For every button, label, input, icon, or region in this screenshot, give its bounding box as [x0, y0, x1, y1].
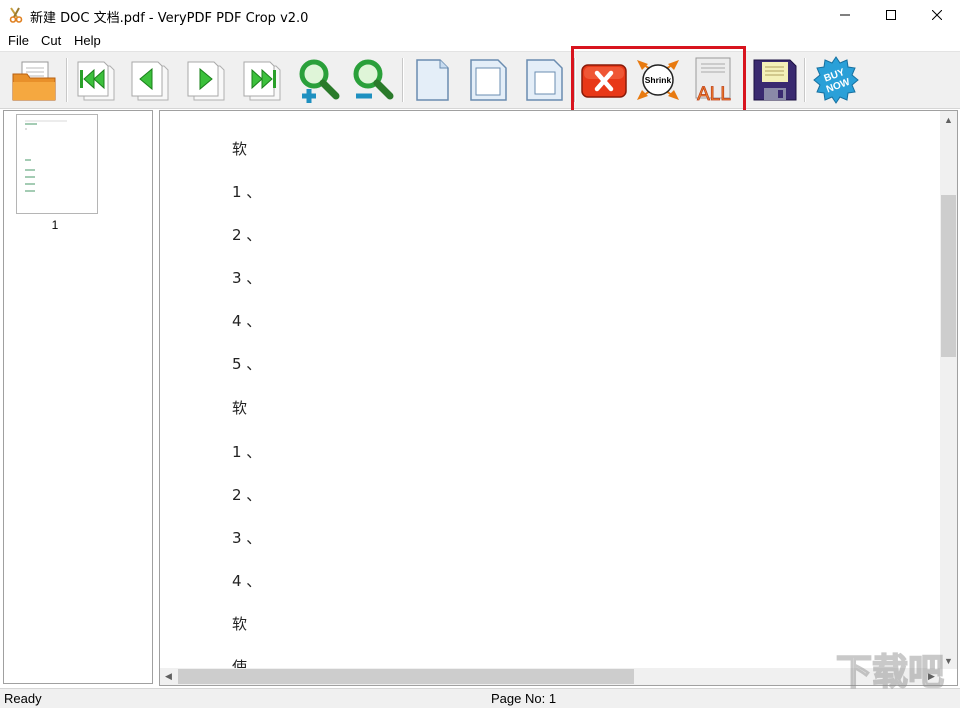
- toolbar: Shrink ALL BUY NOW: [0, 51, 960, 109]
- page-thumbnail[interactable]: [16, 114, 98, 214]
- page-view-button-3[interactable]: [520, 56, 568, 104]
- document-line: 4 、: [232, 312, 262, 330]
- document-line: 3 、: [232, 269, 262, 287]
- document-line: 软: [232, 140, 248, 158]
- next-page-button[interactable]: [182, 56, 230, 104]
- horizontal-scroll-thumb[interactable]: [178, 669, 634, 684]
- open-folder-icon: [12, 61, 56, 101]
- minimize-icon: [840, 14, 850, 16]
- previous-page-button[interactable]: [126, 56, 174, 104]
- document-line: 4 、: [232, 572, 262, 590]
- blank-page-icon: [416, 59, 449, 101]
- document-line: 软: [232, 615, 248, 633]
- open-file-button[interactable]: [10, 56, 58, 104]
- document-line: 2 、: [232, 226, 262, 244]
- buy-now-button[interactable]: BUY NOW: [812, 56, 860, 104]
- zoom-out-icon: [353, 59, 394, 100]
- scroll-left-icon[interactable]: ◀: [160, 668, 177, 685]
- document-view[interactable]: 软 1 、 2 、 3 、 4 、 5 、 软 1 、 2 、 3 、 4 、 …: [159, 110, 958, 686]
- menu-cut[interactable]: Cut: [41, 33, 61, 48]
- buy-now-badge-icon: BUY NOW: [813, 56, 859, 104]
- document-line: 1 、: [232, 443, 262, 461]
- next-page-icon: [187, 61, 225, 101]
- page-view-button-1[interactable]: [408, 56, 456, 104]
- framed-page-icon: [470, 59, 507, 101]
- vertical-scrollbar[interactable]: ▲ ▼: [940, 111, 957, 669]
- zoom-in-icon: [299, 59, 340, 103]
- document-line: 5 、: [232, 355, 262, 373]
- document-line: 3 、: [232, 529, 262, 547]
- zoom-in-button[interactable]: [294, 56, 342, 104]
- toolbar-separator: [804, 58, 805, 102]
- toolbar-separator: [66, 58, 67, 102]
- title-bar: 新建 DOC 文档.pdf - VeryPDF PDF Crop v2.0: [0, 0, 960, 30]
- maximize-icon: [886, 10, 896, 20]
- status-page-number: Page No: 1: [491, 691, 557, 706]
- thumbnail-page-number: 1: [51, 218, 59, 232]
- window-title: 新建 DOC 文档.pdf - VeryPDF PDF Crop v2.0: [30, 11, 309, 26]
- last-page-icon: [243, 61, 281, 101]
- thumbnail-pane: 1: [3, 110, 153, 684]
- app-scissors-icon: [8, 7, 24, 23]
- save-button[interactable]: [750, 56, 798, 104]
- status-ready: Ready: [4, 691, 42, 706]
- first-page-icon: [77, 61, 115, 101]
- scroll-up-icon[interactable]: ▲: [940, 111, 957, 128]
- watermark-text: 下载吧: [836, 652, 944, 693]
- close-button[interactable]: [914, 0, 960, 30]
- zoom-out-button[interactable]: [348, 56, 396, 104]
- menu-help[interactable]: Help: [74, 33, 101, 48]
- menu-file[interactable]: File: [8, 33, 29, 48]
- floppy-disk-icon: [753, 59, 797, 101]
- document-line: 1 、: [232, 183, 262, 201]
- previous-page-icon: [131, 61, 169, 101]
- minimize-button[interactable]: [822, 0, 868, 30]
- vertical-scroll-thumb[interactable]: [941, 195, 956, 357]
- status-bar: Ready Page No: 1: [0, 688, 960, 708]
- site-watermark-logo: 下载吧: [822, 644, 958, 698]
- toolbar-separator: [402, 58, 403, 102]
- first-page-button[interactable]: [72, 56, 120, 104]
- last-page-button[interactable]: [238, 56, 286, 104]
- menu-bar: File Cut Help: [0, 30, 960, 51]
- thumbnail-preview: [25, 120, 67, 192]
- document-line: 2 、: [232, 486, 262, 504]
- maximize-button[interactable]: [868, 0, 914, 30]
- page-view-button-2[interactable]: [464, 56, 512, 104]
- close-icon: [932, 10, 942, 20]
- cropped-page-icon: [526, 59, 563, 101]
- document-line: 软: [232, 399, 248, 417]
